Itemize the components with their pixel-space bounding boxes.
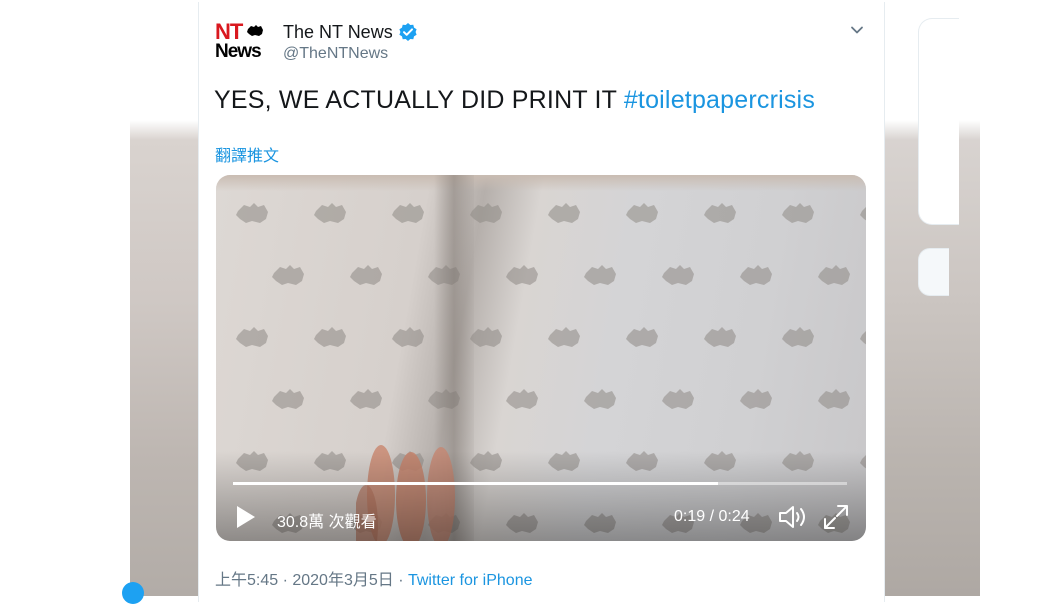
pattern-map-mark	[704, 327, 736, 347]
pattern-map-mark	[740, 265, 772, 285]
pattern-map-mark	[392, 203, 424, 223]
tweet-body: YES, WE ACTUALLY DID PRINT IT	[214, 86, 617, 114]
pattern-map-mark	[704, 203, 736, 223]
tweet-meta: 上午5:45 · 2020年3月5日 · Twitter for iPhone	[215, 566, 532, 590]
pattern-map-mark	[818, 389, 850, 409]
pattern-map-mark	[782, 203, 814, 223]
translate-tweet-link[interactable]: 翻譯推文	[215, 142, 279, 166]
pattern-map-mark	[860, 207, 866, 221]
pattern-map-mark	[662, 389, 694, 409]
verified-badge-icon	[399, 23, 417, 41]
pattern-map-mark	[470, 327, 502, 347]
sidebar-chip	[918, 248, 949, 296]
pattern-map-mark	[470, 203, 502, 223]
pattern-map-mark	[314, 327, 346, 347]
tweet-text: YES, WE ACTUALLY DID PRINT IT #toiletpap…	[214, 86, 815, 115]
video-progress-fill	[233, 482, 719, 485]
play-icon[interactable]	[235, 504, 257, 530]
pattern-map-mark	[548, 327, 580, 347]
sidebar-card	[918, 18, 959, 225]
pattern-map-mark	[584, 265, 616, 285]
logo-news-text: News	[215, 41, 262, 62]
tweet-card: NT News The NT News @TheNTNews YES, WE A…	[198, 2, 885, 602]
pattern-map-mark	[350, 265, 382, 285]
pattern-map-mark	[272, 265, 304, 285]
video-time: 0:19 / 0:24	[674, 508, 750, 525]
view-count: 30.8萬 次觀看	[277, 514, 377, 531]
video-progress-bar[interactable]	[233, 482, 847, 485]
pattern-map-mark	[506, 389, 538, 409]
pattern-map-mark	[662, 265, 694, 285]
chevron-down-icon[interactable]	[849, 22, 865, 38]
pattern-map-mark	[272, 389, 304, 409]
fullscreen-icon[interactable]	[822, 503, 850, 531]
pattern-map-mark	[314, 203, 346, 223]
compose-button-edge[interactable]	[122, 582, 144, 604]
pattern-map-mark	[392, 327, 424, 347]
background-blur-left	[130, 0, 200, 596]
pattern-map-mark	[236, 327, 268, 347]
pattern-map-mark	[584, 389, 616, 409]
tweet-timestamp[interactable]: 上午5:45 · 2020年3月5日 ·	[215, 572, 408, 589]
logo-nt-text: NT	[215, 19, 243, 44]
australia-map-icon	[247, 25, 263, 36]
tweet-source-link[interactable]: Twitter for iPhone	[408, 572, 533, 589]
volume-icon[interactable]	[777, 503, 809, 531]
pattern-map-mark	[626, 327, 658, 347]
hashtag-link[interactable]: #toiletpapercrisis	[624, 86, 815, 114]
video-player[interactable]: 30.8萬 次觀看 0:19 / 0:24	[216, 175, 866, 541]
author-handle[interactable]: @TheNTNews	[283, 45, 388, 63]
pattern-map-mark	[236, 203, 268, 223]
pattern-map-mark	[860, 331, 866, 345]
pattern-map-mark	[740, 389, 772, 409]
author-name[interactable]: The NT News	[283, 22, 393, 43]
pattern-map-mark	[626, 203, 658, 223]
pattern-map-mark	[818, 265, 850, 285]
avatar[interactable]: NT News	[215, 20, 269, 66]
pattern-map-mark	[350, 389, 382, 409]
pattern-map-mark	[782, 327, 814, 347]
pattern-map-mark	[548, 203, 580, 223]
pattern-map-mark	[506, 265, 538, 285]
